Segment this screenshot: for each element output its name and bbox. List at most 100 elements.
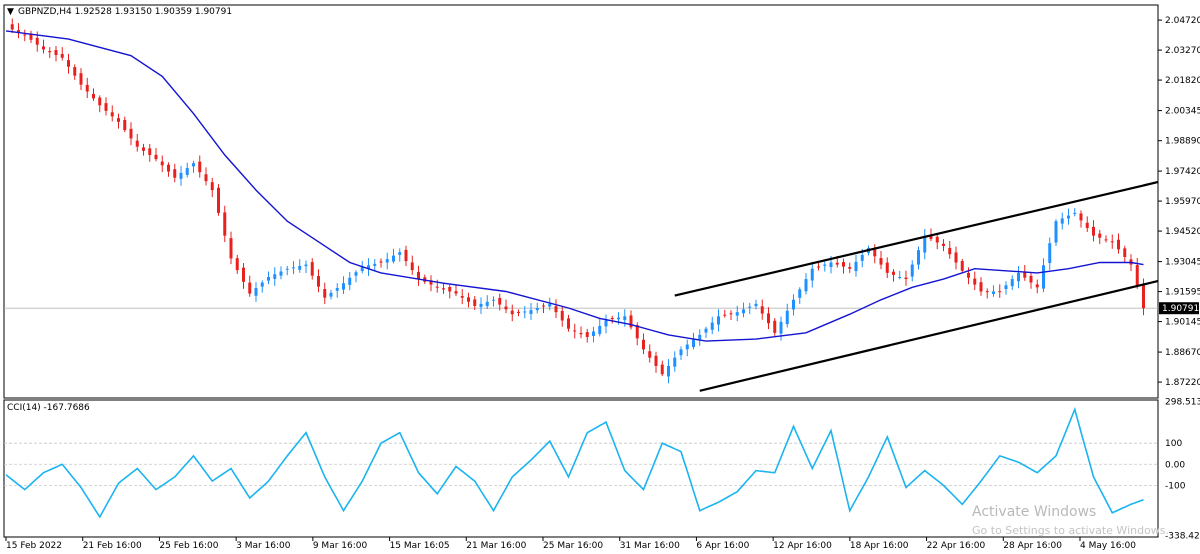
candle-body xyxy=(1085,222,1089,229)
price-axis-label: 1.91595 xyxy=(1165,288,1200,298)
candle-body xyxy=(685,344,689,350)
candle-body xyxy=(879,258,883,265)
price-axis-label: 2.04720 xyxy=(1165,16,1200,26)
candle-body xyxy=(92,93,95,99)
candle-body xyxy=(35,37,39,45)
candle-body xyxy=(104,103,108,111)
candle-body xyxy=(260,282,264,287)
candle-body xyxy=(854,261,858,272)
candle-body xyxy=(123,119,127,131)
candle-body xyxy=(442,288,445,290)
candle-body xyxy=(479,303,483,307)
candle-body xyxy=(885,262,889,273)
candle-body xyxy=(467,297,470,302)
candle-body xyxy=(792,299,795,310)
candle-body xyxy=(642,339,645,350)
candle-body xyxy=(1092,226,1095,236)
candle-body xyxy=(542,305,545,307)
candle-body xyxy=(279,271,283,276)
candle-body xyxy=(704,328,708,333)
candle-body xyxy=(110,112,114,117)
activate-windows-subtitle: Go to Settings to activate Windows. xyxy=(972,524,1170,537)
candle-body xyxy=(679,349,683,356)
candle-body xyxy=(254,288,258,296)
candle-body xyxy=(717,316,720,325)
candle-body xyxy=(273,274,277,279)
price-axis-label: 1.93045 xyxy=(1165,258,1200,268)
candle-body xyxy=(204,174,208,182)
price-axis-label: 1.95970 xyxy=(1165,197,1200,207)
candle-body xyxy=(804,279,808,292)
price-axis-label: 1.90145 xyxy=(1165,318,1200,328)
candle-body xyxy=(848,267,852,269)
candle-body xyxy=(579,333,583,335)
candle-body xyxy=(1067,215,1070,219)
candle-body xyxy=(692,339,695,348)
candle-body xyxy=(1135,265,1139,287)
candle-body xyxy=(1010,279,1014,287)
time-axis-label: 9 Mar 16:00 xyxy=(313,541,368,551)
time-axis-label: 18 Apr 16:00 xyxy=(850,541,909,551)
candle-body xyxy=(960,261,964,271)
candle-body xyxy=(1054,221,1058,243)
candle-body xyxy=(54,50,58,55)
chart-title: GBPNZD,H4 1.92528 1.93150 1.90359 1.9079… xyxy=(18,7,232,17)
candle-body xyxy=(654,355,658,366)
candle-body xyxy=(873,249,877,257)
time-axis-label: 25 Mar 16:00 xyxy=(543,541,603,551)
candle-body xyxy=(310,262,314,276)
candle-body xyxy=(735,312,739,316)
candle-body xyxy=(229,238,233,259)
candle-body xyxy=(385,259,389,263)
candle-body xyxy=(1110,241,1114,243)
candle-body xyxy=(1123,248,1127,258)
candle-body xyxy=(129,128,133,139)
candle-body xyxy=(285,268,289,270)
cci-axis-label: 0.00 xyxy=(1165,460,1185,470)
candle-body xyxy=(948,247,952,255)
candle-body xyxy=(167,164,170,172)
cci-axis-label: -338.4288 xyxy=(1165,532,1200,542)
candle-body xyxy=(404,249,408,262)
candle-body xyxy=(460,296,464,298)
candle-body xyxy=(773,320,777,333)
candle-body xyxy=(473,299,477,306)
candle-body xyxy=(1029,275,1033,283)
price-axis-label: 2.00345 xyxy=(1165,107,1200,117)
current-price-label: 1.90791 xyxy=(1162,304,1199,314)
candle-body xyxy=(179,172,183,179)
candle-body xyxy=(417,272,420,280)
candle-body xyxy=(248,282,252,294)
candle-body xyxy=(529,310,533,314)
candle-body xyxy=(223,212,227,236)
time-axis-label: 31 Mar 16:00 xyxy=(620,541,680,551)
candle-body xyxy=(585,332,589,337)
candle-body xyxy=(329,292,333,297)
candle-body xyxy=(342,283,345,290)
candle-body xyxy=(67,60,70,67)
chart-svg[interactable]: ▼ GBPNZD,H4 1.92528 1.93150 1.90359 1.907… xyxy=(0,0,1200,554)
price-axis-label: 2.01820 xyxy=(1165,76,1200,86)
candle-body xyxy=(917,250,920,265)
candle-body xyxy=(79,73,83,85)
candle-body xyxy=(667,365,670,377)
candle-body xyxy=(398,252,402,255)
candle-body xyxy=(192,163,195,167)
candle-body xyxy=(829,262,833,268)
candle-body xyxy=(1060,218,1064,224)
candle-body xyxy=(454,291,458,294)
candle-body xyxy=(535,308,539,311)
candle-body xyxy=(523,311,527,313)
candle-body xyxy=(760,306,764,314)
candle-body xyxy=(898,276,902,278)
candle-body xyxy=(904,277,908,280)
activate-windows-title: Activate Windows xyxy=(972,504,1097,520)
candle-body xyxy=(85,84,89,92)
candle-body xyxy=(298,265,302,270)
cci-axis-label: 298.5137 xyxy=(1165,397,1200,407)
candle-body xyxy=(754,303,758,307)
candle-body xyxy=(154,154,158,160)
candle-body xyxy=(379,261,383,263)
candle-body xyxy=(998,291,1002,293)
candle-body xyxy=(210,182,214,191)
